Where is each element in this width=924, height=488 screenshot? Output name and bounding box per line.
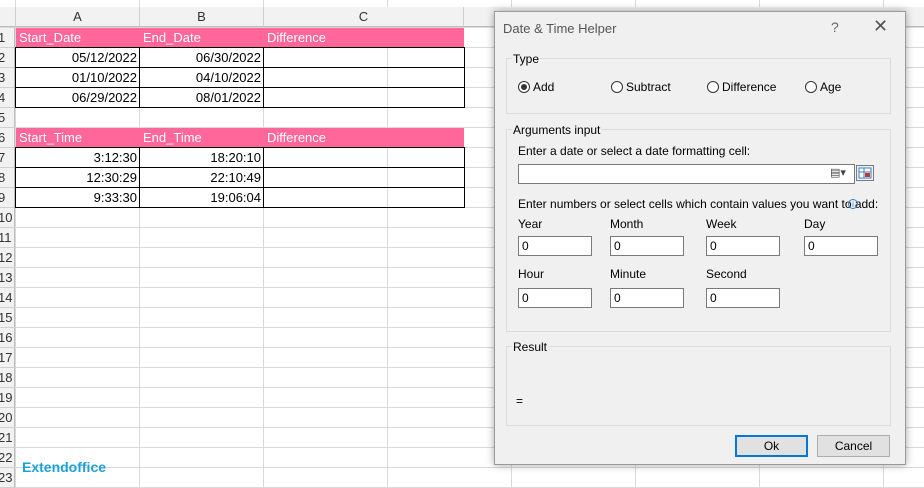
radio-dot[interactable] xyxy=(805,81,817,93)
day-label: Day xyxy=(804,217,826,231)
radio-dot[interactable] xyxy=(707,81,719,93)
row-header-19[interactable]: 19 xyxy=(0,388,15,408)
radio-subtract-label: Subtract xyxy=(626,80,671,94)
brand-logo: Extendoffice xyxy=(22,459,107,475)
week-input[interactable]: 0 xyxy=(706,236,780,256)
select-range-icon-svg xyxy=(858,167,872,179)
row-header-10[interactable]: 10 xyxy=(0,208,15,228)
table1-border xyxy=(15,47,465,108)
cell-a6[interactable]: Start_Time xyxy=(16,128,140,148)
result-value: = xyxy=(516,394,524,408)
row-header-6[interactable]: 6 xyxy=(0,128,15,148)
year-label: Year xyxy=(518,217,543,231)
column-header-a[interactable]: A xyxy=(16,7,140,27)
row-header-16[interactable]: 16 xyxy=(0,328,15,348)
date-prompt-label: Enter a date or select a date formatting… xyxy=(518,144,751,158)
table2-gridline xyxy=(15,167,465,168)
radio-difference-label: Difference xyxy=(722,80,777,94)
table1-gridline xyxy=(15,67,465,68)
type-group-label: Type xyxy=(512,52,541,66)
column-header-c[interactable]: C xyxy=(264,7,464,27)
dialog-title: Date & Time Helper xyxy=(503,21,617,36)
row-header-23[interactable]: 23 xyxy=(0,468,15,488)
row-header-17[interactable]: 17 xyxy=(0,348,15,368)
date-input[interactable] xyxy=(518,164,855,184)
table2-gridline xyxy=(15,187,465,188)
row-header-22[interactable]: 22 xyxy=(0,448,15,468)
table2-border xyxy=(15,147,465,208)
row-header-21[interactable]: 21 xyxy=(0,428,15,448)
date-picker-dropdown-icon[interactable]: ▤▾ xyxy=(830,166,846,179)
info-icon[interactable]: i xyxy=(848,199,858,209)
result-group xyxy=(506,346,891,426)
close-icon[interactable]: ✕ xyxy=(873,17,888,35)
result-group-label: Result xyxy=(512,340,549,354)
row-header-5[interactable]: 5 xyxy=(0,108,15,128)
row-header-18[interactable]: 18 xyxy=(0,368,15,388)
row-header-15[interactable]: 15 xyxy=(0,308,15,328)
radio-subtract[interactable]: Subtract xyxy=(611,80,671,94)
cell-b1[interactable]: End_Date xyxy=(140,28,264,48)
week-label: Week xyxy=(706,217,737,231)
radio-add-label: Add xyxy=(533,80,555,94)
hour-input[interactable]: 0 xyxy=(518,288,592,308)
date-time-helper-dialog: Date & Time Helper ? ✕ Type Add Subtract… xyxy=(494,11,906,465)
select-range-icon[interactable] xyxy=(856,165,874,181)
month-input[interactable]: 0 xyxy=(610,236,684,256)
row-header-8[interactable]: 8 xyxy=(0,168,15,188)
row-header-3[interactable]: 3 xyxy=(0,68,15,88)
cell-b6[interactable]: End_Time xyxy=(140,128,264,148)
table2-gridline xyxy=(139,147,140,208)
row-header-11[interactable]: 11 xyxy=(0,228,15,248)
month-label: Month xyxy=(610,217,644,231)
table1-gridline xyxy=(15,87,465,88)
radio-age[interactable]: Age xyxy=(805,80,841,94)
corner-cell[interactable] xyxy=(0,7,16,27)
row-header-4[interactable]: 4 xyxy=(0,88,15,108)
table1-gridline xyxy=(263,47,264,108)
radio-add[interactable]: Add xyxy=(518,80,554,94)
table2-gridline xyxy=(263,147,264,208)
row-header-20[interactable]: 20 xyxy=(0,408,15,428)
minute-label: Minute xyxy=(610,267,647,281)
year-input[interactable]: 0 xyxy=(518,236,592,256)
ok-button[interactable]: Ok xyxy=(735,435,808,457)
help-icon[interactable]: ? xyxy=(831,19,839,35)
row-header-12[interactable]: 12 xyxy=(0,248,15,268)
cell-c6[interactable]: Difference xyxy=(264,128,464,148)
radio-dot-selected[interactable] xyxy=(518,81,530,93)
second-input[interactable]: 0 xyxy=(706,288,780,308)
numbers-prompt-label: Enter numbers or select cells which cont… xyxy=(518,197,879,211)
row-header-14[interactable]: 14 xyxy=(0,288,15,308)
radio-difference[interactable]: Difference xyxy=(707,80,776,94)
cell-c1[interactable]: Difference xyxy=(264,28,464,48)
row-header-2[interactable]: 2 xyxy=(0,48,15,68)
row-header-13[interactable]: 13 xyxy=(0,268,15,288)
minute-input[interactable]: 0 xyxy=(610,288,684,308)
row-header-1[interactable]: 1 xyxy=(0,28,15,48)
arguments-group-label: Arguments input xyxy=(512,123,602,137)
radio-age-label: Age xyxy=(820,80,842,94)
table1-gridline xyxy=(139,47,140,108)
row-header-9[interactable]: 9 xyxy=(0,188,15,208)
radio-dot[interactable] xyxy=(611,81,623,93)
day-input[interactable]: 0 xyxy=(804,236,878,256)
cell-a1[interactable]: Start_Date xyxy=(16,28,140,48)
second-label: Second xyxy=(706,267,747,281)
hour-label: Hour xyxy=(518,267,545,281)
cancel-button[interactable]: Cancel xyxy=(817,435,890,457)
column-header-b[interactable]: B xyxy=(140,7,264,27)
row-header-7[interactable]: 7 xyxy=(0,148,15,168)
